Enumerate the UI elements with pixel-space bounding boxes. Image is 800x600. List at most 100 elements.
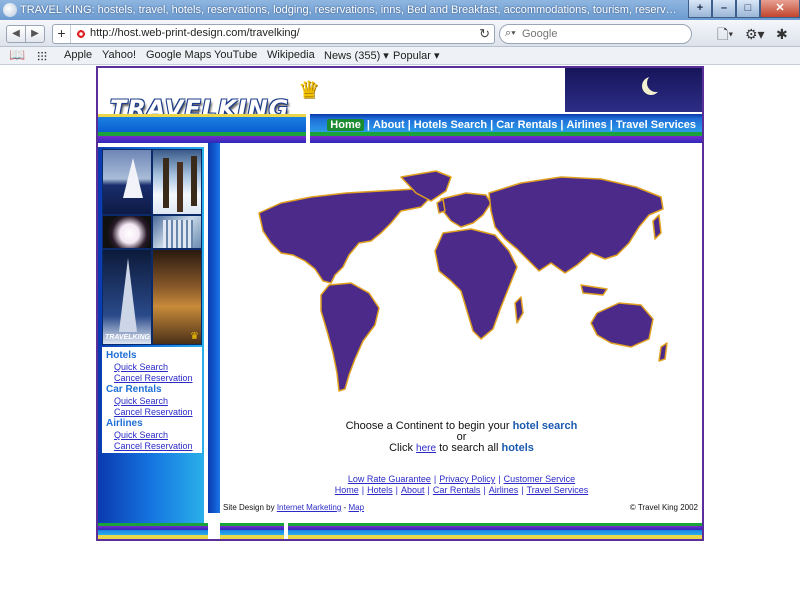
internet-marketing-link[interactable]: Internet Marketing bbox=[277, 503, 341, 512]
here-link[interactable]: here bbox=[416, 443, 436, 454]
add-bookmark-icon[interactable]: + bbox=[53, 25, 71, 43]
footer-links: Low Rate Guarantee | Privacy Policy | Custom… bbox=[334, 474, 589, 495]
new-tab-button[interactable]: + bbox=[688, 0, 712, 18]
minimize-button[interactable]: – bbox=[712, 0, 736, 18]
footer-privacy-policy[interactable]: Privacy Policy bbox=[439, 474, 495, 484]
bookmark-yahoo[interactable]: Yahoo! bbox=[102, 49, 136, 61]
footer-about[interactable]: About bbox=[401, 485, 425, 495]
nav-home[interactable]: Home bbox=[327, 119, 364, 131]
header-band-left bbox=[98, 114, 306, 143]
site-credit: Site Design by Internet Marketing - Map bbox=[223, 503, 364, 512]
prompt-to-search: to search all bbox=[439, 442, 499, 454]
crown-icon: ♛ bbox=[298, 77, 320, 104]
nav-travel-services[interactable]: Travel Services bbox=[616, 119, 696, 131]
url-text[interactable]: http://host.web-print-design.com/travelk… bbox=[90, 27, 300, 39]
prompt-click: Click bbox=[389, 442, 413, 454]
credit-text: Site Design by bbox=[223, 503, 275, 512]
world-map bbox=[258, 170, 668, 392]
continent-north-america[interactable] bbox=[258, 188, 432, 284]
sidemenu-hotels-quick-search[interactable]: Quick Search bbox=[106, 362, 198, 373]
footer-travel-services[interactable]: Travel Services bbox=[527, 485, 589, 495]
maximize-button[interactable]: □ bbox=[736, 0, 760, 18]
prompt-text: Choose a Continent to begin your bbox=[345, 420, 510, 432]
reload-icon[interactable]: ↻ bbox=[479, 26, 490, 42]
continent-asia[interactable] bbox=[488, 176, 664, 274]
sidebar: TRAVELKING ♛ Hotels Quick Search Cancel … bbox=[98, 147, 204, 523]
search-input[interactable] bbox=[522, 27, 682, 41]
search-icon: ⌕▾ bbox=[505, 27, 516, 39]
nav-hotels-search[interactable]: Hotels Search bbox=[414, 119, 487, 131]
island-new-zealand[interactable] bbox=[658, 342, 668, 362]
crown-icon: ♛ bbox=[190, 331, 199, 342]
bookmark-apple[interactable]: Apple bbox=[64, 49, 92, 61]
nav-car-rentals[interactable]: Car Rentals bbox=[496, 119, 557, 131]
footer-home[interactable]: Home bbox=[335, 485, 359, 495]
sidemenu-hotels-cancel-reservation[interactable]: Cancel Reservation bbox=[106, 373, 198, 384]
bug-icon[interactable]: ✱ bbox=[776, 25, 788, 43]
island-madagascar[interactable] bbox=[514, 296, 524, 324]
flower-photo bbox=[102, 215, 152, 249]
side-menu: Hotels Quick Search Cancel Reservation C… bbox=[102, 347, 202, 453]
night-sky-image bbox=[565, 68, 702, 112]
window-titlebar: TRAVEL KING: hostels, travel, hotels, re… bbox=[0, 0, 800, 20]
back-button[interactable]: ◀ bbox=[6, 25, 26, 43]
browser-icon bbox=[3, 3, 17, 17]
content-divider-bar bbox=[208, 143, 220, 513]
credit-separator: - bbox=[343, 503, 347, 512]
nav-about[interactable]: About bbox=[373, 119, 405, 131]
footer-low-rate-guarantee[interactable]: Low Rate Guarantee bbox=[348, 474, 431, 484]
site-favicon-icon bbox=[75, 28, 87, 40]
interior-photo: ♛ bbox=[152, 249, 202, 345]
photo-collage: TRAVELKING ♛ bbox=[102, 149, 202, 345]
footer-band-gap bbox=[208, 523, 220, 539]
travelking-page: TRAVELKING ♛ Home | About | Hotels Search | Ca… bbox=[96, 66, 704, 541]
sidemenu-airlines-cancel-reservation[interactable]: Cancel Reservation bbox=[106, 441, 198, 452]
address-bar[interactable]: + http://host.web-print-design.com/trave… bbox=[52, 24, 495, 44]
bookmark-google-maps[interactable]: Google Maps bbox=[146, 49, 211, 61]
hotels-link[interactable]: hotels bbox=[501, 442, 533, 454]
continent-south-america[interactable] bbox=[320, 282, 380, 392]
continent-europe[interactable] bbox=[440, 192, 492, 228]
sidemenu-heading-car-rentals[interactable]: Car Rentals bbox=[106, 384, 198, 396]
close-button[interactable]: ✕ bbox=[760, 0, 800, 18]
grid-icon[interactable] bbox=[37, 51, 47, 61]
continent-prompt: Choose a Continent to begin your hotel s… bbox=[221, 420, 702, 455]
gear-icon[interactable]: ⚙▾ bbox=[745, 25, 765, 43]
hotel-search-link[interactable]: hotel search bbox=[513, 420, 578, 432]
footer-customer-service[interactable]: Customer Service bbox=[504, 474, 576, 484]
sidemenu-cars-quick-search[interactable]: Quick Search bbox=[106, 396, 198, 407]
sidemenu-cars-cancel-reservation[interactable]: Cancel Reservation bbox=[106, 407, 198, 418]
bookmark-wikipedia[interactable]: Wikipedia bbox=[267, 49, 315, 61]
island-indonesia[interactable] bbox=[580, 284, 608, 296]
search-box[interactable]: ⌕▾ bbox=[499, 24, 692, 44]
sidemenu-airlines-quick-search[interactable]: Quick Search bbox=[106, 430, 198, 441]
forward-button[interactable]: ▶ bbox=[25, 25, 45, 43]
footer-car-rentals[interactable]: Car Rentals bbox=[433, 485, 481, 495]
continent-africa[interactable] bbox=[434, 228, 518, 340]
sailboat-photo bbox=[102, 149, 152, 215]
bookmark-news[interactable]: News (355) ▾ bbox=[324, 49, 389, 62]
building-photo bbox=[152, 215, 202, 249]
book-icon[interactable]: 📖 bbox=[9, 47, 25, 63]
sidemenu-heading-airlines[interactable]: Airlines bbox=[106, 418, 198, 430]
moon-icon bbox=[647, 74, 665, 92]
continent-australia[interactable] bbox=[590, 302, 654, 348]
tower-photo: TRAVELKING bbox=[102, 249, 152, 345]
map-link[interactable]: Map bbox=[348, 503, 364, 512]
mini-logo: TRAVELKING bbox=[105, 334, 150, 341]
island-japan[interactable] bbox=[652, 214, 662, 240]
main-content: Choose a Continent to begin your hotel s… bbox=[221, 143, 702, 513]
footer-airlines[interactable]: Airlines bbox=[489, 485, 519, 495]
browser-toolbar: ◀ ▶ + http://host.web-print-design.com/t… bbox=[0, 20, 800, 47]
footer-hotels[interactable]: Hotels bbox=[367, 485, 393, 495]
bookmark-popular[interactable]: Popular ▾ bbox=[393, 49, 440, 62]
bookmark-youtube[interactable]: YouTube bbox=[214, 49, 257, 61]
sidemenu-heading-hotels[interactable]: Hotels bbox=[106, 350, 198, 362]
top-navigation: Home | About | Hotels Search | Car Rentals | Air… bbox=[310, 114, 702, 143]
island-uk[interactable] bbox=[436, 198, 446, 214]
nav-airlines[interactable]: Airlines bbox=[566, 119, 606, 131]
page-menu-icon[interactable]: 🗋▾ bbox=[717, 25, 733, 43]
bookmarks-bar: 📖 Apple Yahoo! Google Maps YouTube Wikip… bbox=[0, 47, 800, 65]
footer-band-gap bbox=[284, 523, 288, 539]
footer-band bbox=[98, 523, 702, 539]
